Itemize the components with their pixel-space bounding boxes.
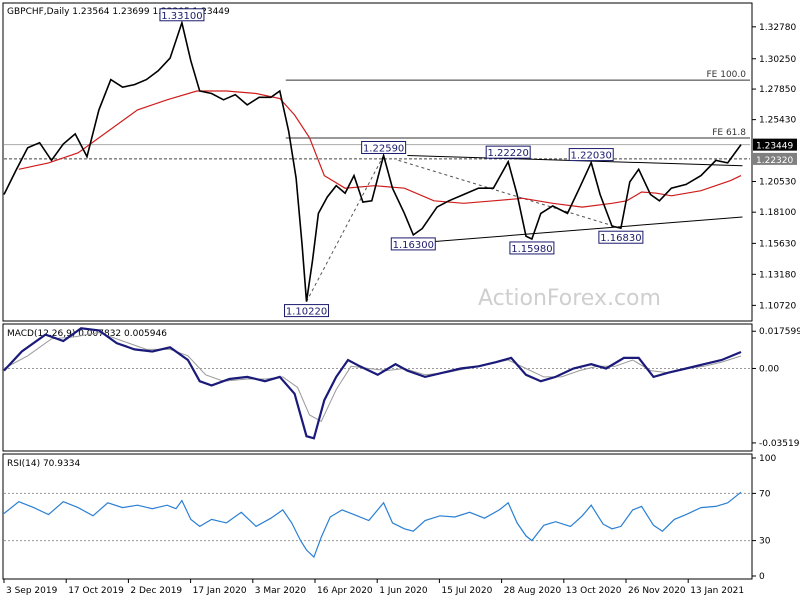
x-tick-11: 13 Jan 2021 [690,586,744,596]
x-tick-2: 2 Dec 2019 [130,586,182,596]
x-tick-5: 16 Apr 2020 [317,586,373,596]
x-tick-9: 13 Oct 2020 [566,586,622,596]
price-tick-1: 1.30250 [759,55,796,65]
rsi-tick-2: 30 [759,537,771,547]
rsi-tick-0: 100 [759,454,776,464]
annotation-label-0: 1.33100 [161,11,202,22]
x-tick-6: 1 Jun 2020 [379,586,428,596]
price-tick-5: 1.22320 [756,156,793,166]
x-tick-1: 17 Oct 2019 [68,586,124,596]
gbpchf-daily-chart: GBPCHF,Daily 1.23564 1.23699 1.23305 1.2… [0,0,800,600]
macd-tick-2: -0.035194 [759,439,800,449]
watermark: ActionForex.com [478,286,661,311]
annotation-label-5: 1.15980 [511,244,552,255]
price-tick-0: 1.32780 [759,23,796,33]
rsi-tick-3: 0 [759,572,765,582]
fib-label-0: FE 100.0 [707,70,747,80]
price-tick-6: 1.20530 [759,177,796,187]
x-tick-0: 3 Sep 2019 [6,586,58,596]
price-tick-10: 1.10720 [759,301,796,311]
macd-tick-0: 0.017599 [759,327,800,337]
annotation-label-3: 1.16300 [393,240,434,251]
annotation-label-4: 1.22220 [488,148,529,159]
macd-tick-1: 0.00 [759,364,779,374]
price-tick-2: 1.27850 [759,85,796,95]
price-tick-8: 1.15630 [759,239,796,249]
fib-label-1: FE 61.8 [712,128,746,138]
annotation-label-6: 1.22030 [571,151,612,162]
price-tick-4: 1.23449 [756,142,793,152]
x-tick-8: 28 Aug 2020 [504,586,562,596]
rsi-header: RSI(14) 70.9334 [7,459,80,469]
price-tick-9: 1.13180 [759,270,796,280]
annotation-label-7: 1.16830 [600,233,641,244]
x-tick-3: 17 Jan 2020 [193,586,247,596]
x-tick-10: 26 Nov 2020 [628,586,686,596]
rsi-tick-1: 70 [759,489,771,499]
x-tick-7: 15 Jul 2020 [441,586,492,596]
macd-header: MACD(12,26,9) 0.007832 0.005946 [7,329,167,339]
x-tick-4: 3 Mar 2020 [255,586,307,596]
price-tick-7: 1.18100 [759,208,796,218]
annotation-label-2: 1.22590 [363,143,404,154]
price-tick-3: 1.25430 [759,116,796,126]
annotation-label-1: 1.10220 [286,307,327,318]
